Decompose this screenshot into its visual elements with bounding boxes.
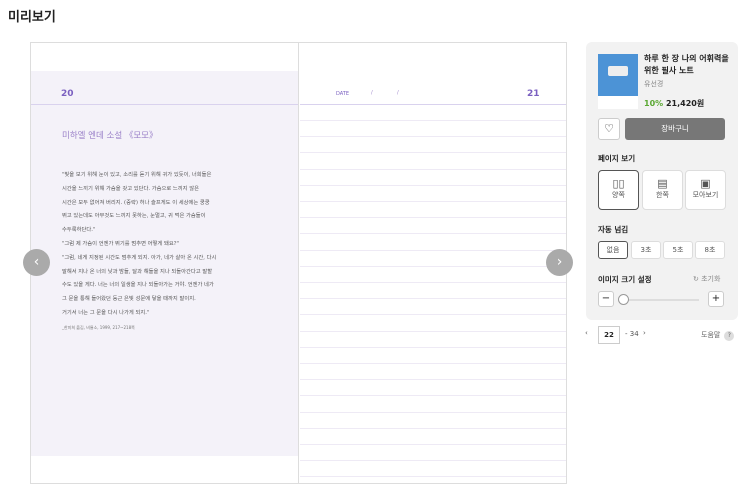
prev-page-button[interactable]: ‹ <box>23 249 50 276</box>
help-button[interactable]: 도움말? <box>701 330 735 341</box>
ruled-line <box>300 282 566 283</box>
ruled-line <box>300 476 566 478</box>
right-page: DATE / / 21 <box>300 43 566 483</box>
ruled-line <box>300 217 566 219</box>
auto-3s-button[interactable]: 3초 <box>631 241 661 259</box>
page-title: 미리보기 <box>8 10 56 25</box>
view-grid-button[interactable]: ▣ 모아보기 <box>685 170 726 210</box>
ruled-line <box>300 460 566 462</box>
ruled-line <box>300 249 566 251</box>
right-page-number: 21 <box>527 89 540 99</box>
ruled-line <box>300 330 566 332</box>
zoom-in-button[interactable]: + <box>708 291 724 307</box>
options-panel: 하루 한 장 나의 어휘력을 위한 필사 노트 유선경 10% 21,420원 … <box>586 42 738 320</box>
ruled-line <box>300 233 566 235</box>
page-icon: ▤ <box>657 177 668 190</box>
left-page-title: 미하엘 엔데 소설 《모모》 <box>62 131 158 141</box>
ruled-line <box>300 184 566 186</box>
ruled-line <box>300 363 566 364</box>
left-page-source: _한미희 옮김, 비룡소, 1999, 217~218쪽 <box>62 325 135 330</box>
auto-label: 자동 넘김 <box>598 225 629 234</box>
ruled-line <box>300 314 566 316</box>
wishlist-button[interactable]: ♡ <box>598 118 620 140</box>
view-both-button[interactable]: ▯▯ 양쪽 <box>598 170 639 210</box>
book-cover <box>598 54 638 109</box>
ruled-line <box>300 298 566 300</box>
help-icon: ? <box>724 331 735 341</box>
date-label: DATE <box>336 91 350 97</box>
heart-icon: ♡ <box>604 122 614 135</box>
left-page-number: 20 <box>61 89 74 99</box>
left-page: 20 미하엘 엔데 소설 《모모》 "빛을 보기 위해 눈이 있고, 소리를 듣… <box>31 43 299 483</box>
zoom-label: 이미지 크기 설정 <box>598 275 652 284</box>
cart-button[interactable]: 장바구니 <box>625 118 725 140</box>
book-title[interactable]: 하루 한 장 나의 어휘력을 위한 필사 노트 <box>644 53 734 77</box>
book-author: 유선경 <box>644 80 664 88</box>
left-page-text: "빛을 보기 위해 눈이 있고, 소리를 듣기 위해 귀가 있듯이, 너희들은 … <box>62 172 217 316</box>
ruled-line <box>300 395 566 397</box>
next-page-icon[interactable]: › <box>643 329 646 337</box>
page-input[interactable]: 22 <box>598 326 620 344</box>
next-page-button[interactable]: › <box>546 249 573 276</box>
prev-page-icon[interactable]: ‹ <box>585 329 588 337</box>
ruled-line <box>300 201 566 202</box>
ruled-line <box>300 265 566 267</box>
open-book-icon: ▯▯ <box>612 177 625 190</box>
page-total: - 34 <box>625 330 639 338</box>
ruled-line <box>300 168 566 170</box>
ruled-line <box>300 346 566 348</box>
view-label: 페이지 보기 <box>598 154 636 163</box>
ruled-line <box>300 411 566 413</box>
date-separator: / <box>397 90 399 96</box>
auto-5s-button[interactable]: 5초 <box>663 241 693 259</box>
view-single-button[interactable]: ▤ 한쪽 <box>642 170 683 210</box>
ruled-line <box>300 444 566 445</box>
ruled-line <box>300 152 566 154</box>
reset-button[interactable]: ↻ 초기화 <box>693 274 720 284</box>
auto-8s-button[interactable]: 8초 <box>695 241 725 259</box>
pages-icon: ▣ <box>700 177 711 190</box>
ruled-line <box>300 427 566 429</box>
ruled-line <box>300 136 566 138</box>
refresh-icon: ↻ <box>693 275 699 283</box>
zoom-slider-handle[interactable] <box>618 294 629 305</box>
zoom-slider-track[interactable] <box>621 299 699 301</box>
ruled-line <box>300 120 566 121</box>
zoom-out-button[interactable]: − <box>598 291 614 307</box>
ruled-line <box>300 379 566 381</box>
discount: 10% <box>644 99 664 108</box>
book-preview: 20 미하엘 엔데 소설 《모모》 "빛을 보기 위해 눈이 있고, 소리를 듣… <box>30 42 567 484</box>
auto-none-button[interactable]: 없음 <box>598 241 628 259</box>
price: 21,420원 <box>665 99 705 108</box>
date-separator: / <box>371 90 373 96</box>
